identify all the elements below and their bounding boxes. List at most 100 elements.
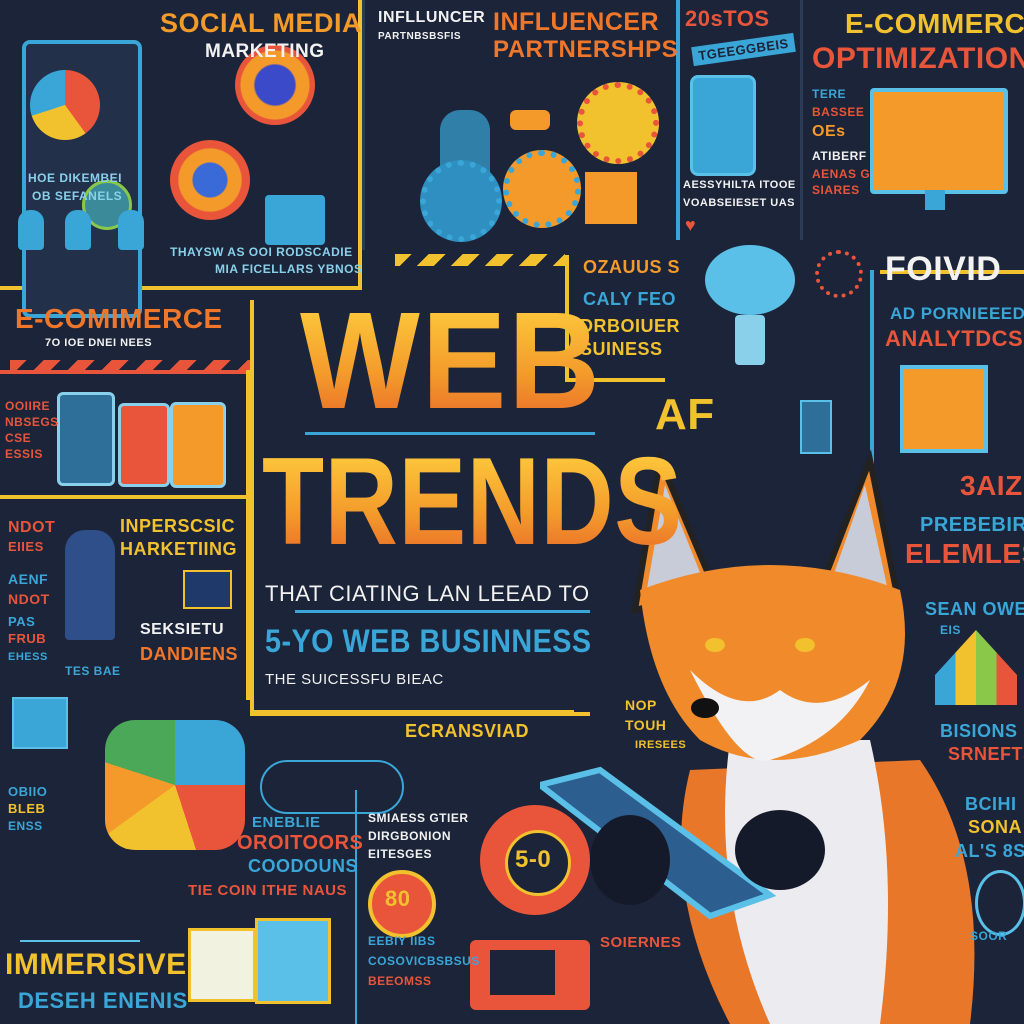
screen-icon: [183, 570, 232, 609]
ecom-left-side: OOIIRE: [5, 399, 51, 413]
hero-footer: THE SUICESSFU BIEAC: [265, 671, 444, 688]
left-side: NDOT: [8, 591, 50, 607]
badge-icon: [170, 140, 250, 220]
ecom-opt-side: SIARES: [812, 183, 860, 197]
ai-badge: AF: [655, 390, 715, 439]
stats-line: AESSYHILTA ITOOE: [683, 179, 796, 191]
monitor-stand: [925, 190, 945, 210]
divider: [362, 0, 365, 250]
person-icon: [18, 210, 44, 250]
hero-headline: 5-YO WEB BUSINNESS: [265, 623, 592, 659]
bottom-divider: [355, 790, 357, 1024]
left-side: FRUB: [8, 631, 47, 646]
person-icon: [65, 210, 91, 250]
left-text: SEKSIETU: [140, 621, 225, 638]
browser-icon: [188, 928, 256, 1002]
nop-label: TOUH: [625, 717, 667, 733]
badge-80-text: 80: [385, 886, 411, 911]
social-subtitle: MARKETING: [205, 41, 325, 62]
hero-bottom-line: [250, 712, 590, 716]
stats-banner: TGEEGGBEIS: [691, 32, 796, 67]
ecom-left-frame: [0, 370, 250, 374]
lightbulb-base: [735, 315, 765, 365]
fox-paw-left: [590, 815, 670, 905]
social-caption: THAYSW AS OOI RODSCADIE: [170, 245, 353, 259]
immersive-label: IMMERISIVE: [5, 948, 187, 981]
fox-paw-right: [735, 810, 825, 890]
hero-tagline: THAT CIATING LAN LEEAD TO: [265, 581, 590, 606]
social-caption: MIA FICELLARS YBNOS: [215, 262, 363, 276]
right-text: 3AIZ: [960, 470, 1023, 501]
right-text: EIS: [940, 623, 961, 637]
blocks-icon: [105, 720, 245, 850]
badge-5-0-text: 5-0: [515, 846, 552, 873]
fox-eye-right: [795, 638, 815, 652]
right-text: ELEMLES: [905, 538, 1024, 569]
caution-stripe: [10, 360, 250, 370]
lamp-icon: [510, 110, 550, 130]
left-side: PAS: [8, 614, 36, 629]
ecransviad-label: ECRANSVIAD: [405, 721, 530, 741]
left-side: AENF: [8, 571, 49, 587]
hero-word-web: WEB: [300, 284, 602, 438]
influencer-small-title: INFLLUNCER: [378, 9, 486, 26]
person-icon: [118, 210, 144, 250]
window-icon: [12, 697, 68, 749]
fox-nose: [691, 698, 719, 718]
phone-icon: [57, 392, 115, 486]
right-text: SEAN OWET: [925, 599, 1024, 619]
eebiy-label: BEEOMSS: [368, 974, 432, 988]
left-side: EHESS: [8, 651, 48, 663]
left-side2: OBIIO: [8, 784, 48, 799]
gear-icon: [420, 160, 502, 242]
people-network-icon: [20, 860, 140, 942]
ecom-left-side: NBSEGS: [5, 415, 59, 429]
ecom-left-side: ESSIS: [5, 447, 43, 461]
ecom-left-side: CSE: [5, 431, 32, 445]
tie-label: TIE COIN ITHE NAUS: [188, 882, 348, 899]
right-text: SONA: [968, 817, 1023, 837]
lightbulb-icon: [705, 245, 795, 315]
left-side2: BLEB: [8, 801, 46, 816]
desh-label: DESEH ENENIS: [18, 988, 188, 1013]
analytics-title2: ANALYTDCSS: [885, 326, 1024, 351]
coin-icon: [815, 250, 863, 298]
oroitoors-label: OROITOORS: [237, 832, 364, 854]
social-title: SOCIAL MEDIA: [160, 8, 363, 38]
social-note: OB SEFANELS: [32, 189, 123, 203]
laptop-icon: [255, 918, 331, 1004]
ecom-opt-side: BASSEE: [812, 105, 865, 119]
caution-stripe: [395, 254, 565, 266]
left-side: NDOT: [8, 519, 56, 536]
left-title: HARKETIING: [120, 539, 237, 559]
ecom-opt-side: TERE: [812, 87, 847, 101]
right-text: BISIONS: [940, 721, 1018, 741]
smiaess-label: SMIAESS GTIER: [368, 811, 469, 825]
person-icon: [65, 530, 115, 640]
ecom-opt-title: E-COMMERCE: [845, 8, 1024, 39]
nop-label: NOP: [625, 697, 657, 713]
smiaess-label: EITESGES: [368, 847, 433, 861]
kiosk-icon: [690, 75, 756, 176]
phone-icon: [170, 402, 226, 488]
folder-icon: [265, 195, 325, 245]
analytics-title: FOIVID: [885, 250, 1002, 288]
pie-chart-icon: [30, 70, 100, 140]
cloud-icon: [260, 760, 404, 814]
mid-right-text: OZAUUS S: [583, 257, 681, 277]
stats-line: VOABSEIESET UAS: [683, 197, 796, 209]
right-text: SRNEFTS: [948, 744, 1024, 764]
monitor-icon: [870, 88, 1008, 194]
left-frame: [0, 495, 250, 499]
ecom-opt-side: ATIBERF: [812, 149, 867, 163]
left-text: DANDIENS: [140, 644, 239, 664]
nop-label: IRESEES: [635, 739, 687, 751]
left-side2: ENSS: [8, 819, 43, 833]
ecom-left-sub: 7O IOE DNEI NEES: [45, 337, 153, 349]
influencer-title: INFLUENCER: [493, 8, 660, 36]
ecom-opt-side: AENAS G: [812, 167, 871, 181]
envelope-icon: [585, 172, 637, 224]
influencer-small-sub: PARTNBSBSFIS: [378, 31, 462, 42]
left-text: TES BAE: [65, 664, 121, 678]
enablie-label: ENEBLIE: [252, 814, 321, 831]
